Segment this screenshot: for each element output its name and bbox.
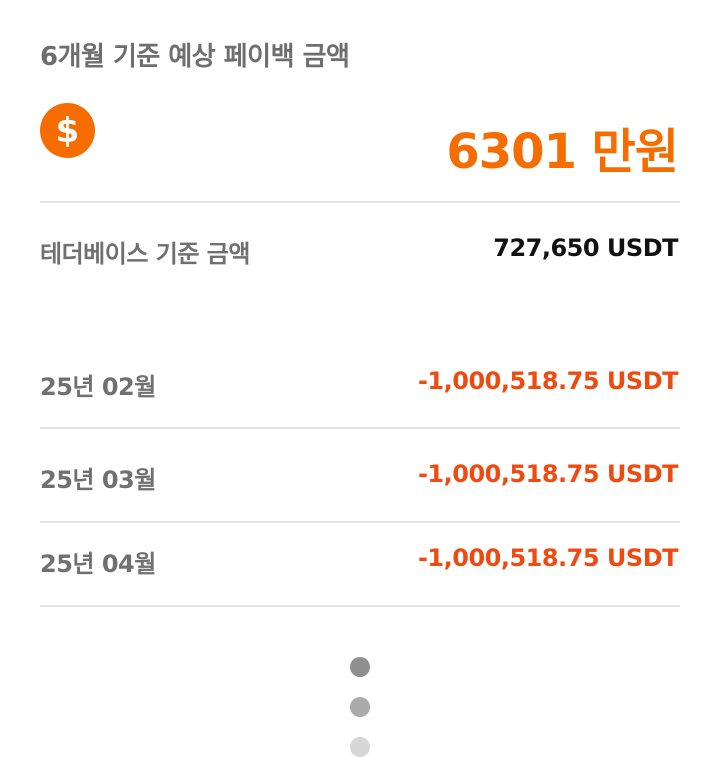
row-value: -1,000,518.75 USDT (417, 460, 679, 488)
pager-dot-1[interactable] (350, 657, 370, 677)
divider-top (40, 201, 680, 203)
divider-row-1 (40, 427, 680, 429)
base-label: 테더베이스 기준 금액 (40, 240, 250, 268)
row-label: 25년 02월 (40, 373, 156, 401)
divider-row-2 (40, 521, 680, 523)
payback-amount: 6301 만원 (446, 124, 679, 180)
dollar-icon: $ (40, 103, 95, 158)
divider-row-3 (40, 605, 680, 607)
row-label: 25년 04월 (40, 550, 156, 578)
payback-title: 6개월 기준 예상 페이백 금액 (40, 42, 350, 72)
pager-dot-2[interactable] (350, 697, 370, 717)
base-value: 727,650 USDT (493, 234, 678, 262)
row-label: 25년 03월 (40, 466, 156, 494)
row-value: -1,000,518.75 USDT (417, 367, 679, 395)
row-value: -1,000,518.75 USDT (417, 544, 679, 572)
pager-dot-3[interactable] (350, 737, 370, 757)
